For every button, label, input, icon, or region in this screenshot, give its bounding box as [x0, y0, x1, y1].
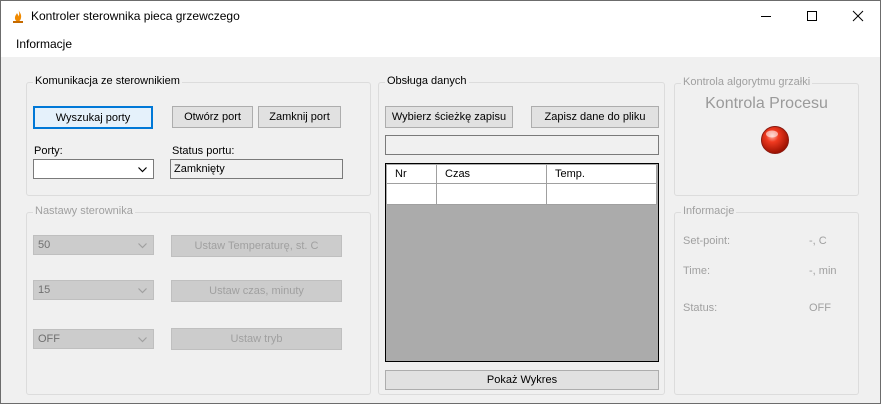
table-header: Nr Czas Temp. [387, 165, 657, 184]
search-ports-button[interactable]: Wyszukaj porty [33, 106, 153, 129]
close-port-button[interactable]: Zamknij port [258, 106, 341, 128]
port-status-value: Zamknięty [174, 163, 225, 175]
temperature-combobox[interactable]: 50 [33, 235, 154, 255]
window-title: Kontroler sterownika pieca grzewczego [31, 9, 240, 23]
open-port-button[interactable]: Otwórz port [172, 106, 253, 128]
app-window: Kontroler sterownika pieca grzewczego In… [0, 0, 881, 404]
ports-label: Porty: [34, 145, 63, 157]
set-temperature-button[interactable]: Ustaw Temperaturę, st. C [171, 235, 342, 257]
table-cell[interactable] [387, 184, 437, 205]
set-mode-button[interactable]: Ustaw tryb [171, 328, 342, 350]
time-value: 15 [38, 284, 51, 296]
setpoint-label: Set-point: [683, 235, 731, 247]
data-table[interactable]: Nr Czas Temp. [385, 163, 659, 362]
maximize-icon [807, 11, 817, 21]
process-control-title: Kontrola Procesu [705, 95, 828, 112]
data-handling-group: Obsługa danych Wybierz ścieżkę zapisu Za… [378, 75, 665, 395]
chevron-down-icon [138, 243, 147, 249]
info-group-label: Informacje [681, 205, 737, 217]
choose-save-path-button[interactable]: Wybierz ścieżkę zapisu [385, 106, 513, 128]
status-value: OFF [809, 302, 831, 314]
ports-combobox[interactable] [33, 159, 154, 179]
data-handling-group-label: Obsługa danych [385, 75, 469, 87]
column-header-temp[interactable]: Temp. [547, 165, 657, 184]
communication-group-label: Komunikacja ze sterownikiem [33, 75, 182, 87]
status-label: Status: [683, 302, 718, 314]
maximize-button[interactable] [789, 1, 835, 31]
status-led-icon [761, 126, 789, 154]
table-cell[interactable] [437, 184, 547, 205]
close-icon [852, 10, 864, 22]
heater-control-group-label: Kontrola algorytmu grzałki [681, 76, 813, 88]
menu-bar: Informacje [1, 31, 880, 57]
settings-group: Nastawy sterownika 50 Ustaw Temperaturę,… [26, 205, 371, 395]
flame-icon [10, 8, 26, 24]
column-header-czas[interactable]: Czas [437, 165, 547, 184]
chevron-down-icon [138, 288, 147, 294]
minimize-icon [761, 16, 771, 17]
port-status-field: Zamknięty [170, 159, 343, 179]
table-cell[interactable] [547, 184, 657, 205]
mode-value: OFF [38, 333, 60, 345]
time-label: Time: [683, 265, 711, 277]
minimize-button[interactable] [743, 1, 789, 31]
column-header-nr[interactable]: Nr [387, 165, 437, 184]
title-bar[interactable]: Kontroler sterownika pieca grzewczego [1, 1, 880, 31]
time-combobox[interactable]: 15 [33, 280, 154, 300]
set-time-button[interactable]: Ustaw czas, minuty [171, 280, 342, 302]
communication-group: Komunikacja ze sterownikiem Wyszukaj por… [26, 75, 371, 196]
temperature-value: 50 [38, 239, 51, 251]
heater-control-group: Kontrola algorytmu grzałki Kontrola Proc… [674, 76, 859, 196]
setpoint-value: -, C [809, 235, 827, 247]
show-chart-button[interactable]: Pokaż Wykres [385, 370, 659, 390]
save-data-button[interactable]: Zapisz dane do pliku [531, 106, 659, 128]
table-row[interactable] [387, 184, 657, 205]
info-group: Informacje Set-point: -, C Time: -, min … [674, 205, 859, 395]
menu-item-informacje[interactable]: Informacje [10, 37, 78, 51]
time-value: -, min [809, 265, 837, 277]
chevron-down-icon [138, 167, 147, 173]
mode-combobox[interactable]: OFF [33, 329, 154, 349]
chevron-down-icon [138, 337, 147, 343]
port-status-label: Status portu: [172, 145, 235, 157]
settings-group-label: Nastawy sterownika [33, 205, 135, 217]
save-path-field[interactable] [385, 135, 659, 155]
close-window-button[interactable] [835, 1, 881, 31]
